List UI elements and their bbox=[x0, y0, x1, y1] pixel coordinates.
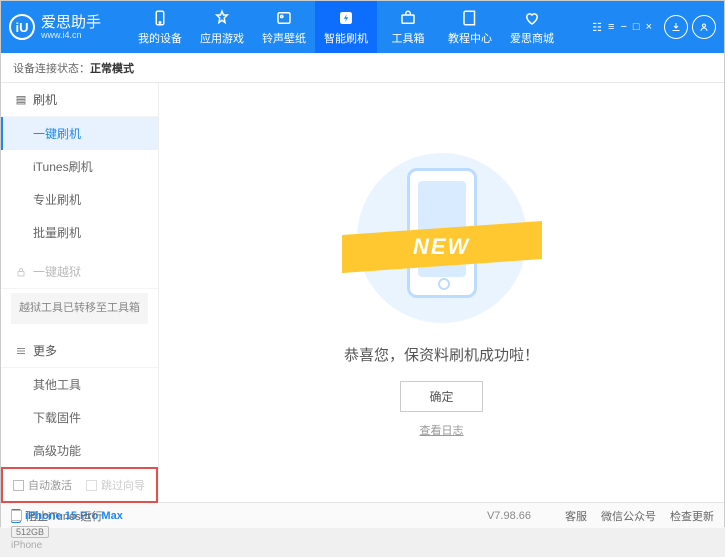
more-icon bbox=[15, 345, 27, 357]
user-icon bbox=[698, 21, 710, 33]
nav-store[interactable]: 爱思商城 bbox=[501, 1, 563, 53]
apps-icon bbox=[213, 9, 231, 27]
lock-icon bbox=[15, 266, 27, 278]
update-link[interactable]: 检查更新 bbox=[670, 508, 714, 524]
phone-icon bbox=[151, 9, 169, 27]
app-header: iU 爱思助手 www.i4.cn 我的设备 应用游戏 铃声壁纸 智能刷机 工具… bbox=[1, 1, 724, 53]
list-icon bbox=[15, 94, 27, 106]
nav-my-device[interactable]: 我的设备 bbox=[129, 1, 191, 53]
device-storage: 512GB bbox=[11, 526, 49, 538]
sidebar-item-batch[interactable]: 批量刷机 bbox=[1, 216, 158, 249]
sidebar-section-flash[interactable]: 刷机 bbox=[1, 83, 158, 117]
sidebar-section-jailbreak: 一键越狱 bbox=[1, 255, 158, 289]
download-icon bbox=[670, 21, 682, 33]
nav-apps[interactable]: 应用游戏 bbox=[191, 1, 253, 53]
flash-icon bbox=[337, 9, 355, 27]
success-illustration: NEW bbox=[352, 148, 532, 328]
block-itunes-checkbox[interactable]: 阻止iTunes运行 bbox=[11, 508, 103, 524]
view-log-link[interactable]: 查看日志 bbox=[420, 422, 464, 438]
sidebar: 刷机 一键刷机 iTunes刷机 专业刷机 批量刷机 一键越狱 越狱工具已转移至… bbox=[1, 83, 159, 502]
nav-tutorial[interactable]: 教程中心 bbox=[439, 1, 501, 53]
sidebar-item-firmware[interactable]: 下载固件 bbox=[1, 401, 158, 434]
sidebar-item-oneclick[interactable]: 一键刷机 bbox=[1, 117, 158, 150]
options-highlight: 自动激活 跳过向导 bbox=[1, 467, 158, 503]
download-button[interactable] bbox=[664, 15, 688, 39]
sidebar-item-itunes[interactable]: iTunes刷机 bbox=[1, 150, 158, 183]
success-message: 恭喜您，保资料刷机成功啦！ bbox=[344, 344, 539, 365]
minimize-icon[interactable]: − bbox=[620, 21, 626, 34]
image-icon bbox=[275, 9, 293, 27]
logo-icon: iU bbox=[9, 14, 35, 40]
maximize-icon[interactable]: □ bbox=[633, 21, 640, 34]
version-label: V7.98.66 bbox=[487, 510, 531, 522]
support-link[interactable]: 客服 bbox=[565, 508, 587, 524]
nav-ringtone[interactable]: 铃声壁纸 bbox=[253, 1, 315, 53]
device-type: iPhone bbox=[11, 540, 148, 551]
sidebar-section-more[interactable]: 更多 bbox=[1, 334, 158, 368]
main-content: NEW 恭喜您，保资料刷机成功啦！ 确定 查看日志 bbox=[159, 83, 724, 502]
user-button[interactable] bbox=[692, 15, 716, 39]
header-right: ☷ ≡ − □ × bbox=[592, 15, 716, 39]
sidebar-item-pro[interactable]: 专业刷机 bbox=[1, 183, 158, 216]
auto-activate-checkbox[interactable]: 自动激活 bbox=[13, 477, 72, 493]
status-bar: 设备连接状态： 正常模式 bbox=[1, 53, 724, 83]
jailbreak-note: 越狱工具已转移至工具箱 bbox=[11, 293, 148, 324]
toolbox-icon bbox=[399, 9, 417, 27]
sidebar-item-other[interactable]: 其他工具 bbox=[1, 368, 158, 401]
close-icon[interactable]: × bbox=[646, 21, 652, 34]
logo-title: 爱思助手 bbox=[41, 15, 101, 30]
tray-icon[interactable]: ≡ bbox=[608, 21, 614, 34]
menu-icon[interactable]: ☷ bbox=[592, 21, 602, 34]
window-controls: ☷ ≡ − □ × bbox=[592, 21, 652, 34]
logo-subtitle: www.i4.cn bbox=[41, 30, 101, 40]
wechat-link[interactable]: 微信公众号 bbox=[601, 508, 656, 524]
top-nav: 我的设备 应用游戏 铃声壁纸 智能刷机 工具箱 教程中心 爱思商城 bbox=[129, 1, 592, 53]
heart-icon bbox=[523, 9, 541, 27]
skip-guide-checkbox[interactable]: 跳过向导 bbox=[86, 477, 145, 493]
nav-toolbox[interactable]: 工具箱 bbox=[377, 1, 439, 53]
status-value: 正常模式 bbox=[90, 60, 134, 76]
nav-flash[interactable]: 智能刷机 bbox=[315, 1, 377, 53]
book-icon bbox=[461, 9, 479, 27]
logo: iU 爱思助手 www.i4.cn bbox=[9, 14, 129, 40]
ok-button[interactable]: 确定 bbox=[400, 381, 482, 412]
status-label: 设备连接状态： bbox=[13, 60, 90, 76]
sidebar-item-advanced[interactable]: 高级功能 bbox=[1, 434, 158, 467]
